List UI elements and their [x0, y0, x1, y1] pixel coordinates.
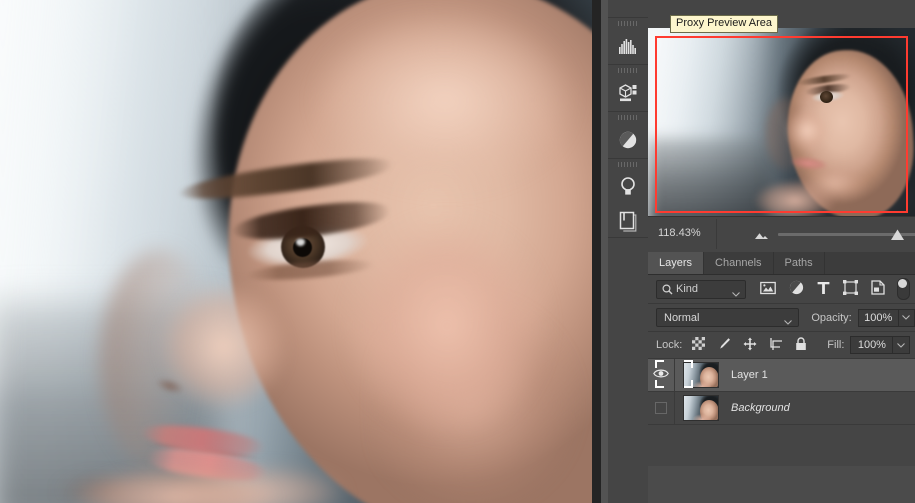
layer-thumbnail[interactable] [683, 395, 719, 421]
lock-row: Lock: Fill: 100% [648, 332, 915, 359]
chevron-down-icon [784, 316, 793, 328]
lock-image-pixels-icon[interactable] [717, 337, 731, 354]
rail-group-adjustments[interactable] [608, 112, 648, 159]
rail-group-histogram[interactable] [608, 18, 648, 65]
libraries-icon[interactable] [608, 205, 648, 237]
tab-layers-label: Layers [659, 257, 693, 269]
document-canvas[interactable] [0, 0, 592, 503]
layer-list-empty-area [648, 466, 915, 503]
lock-transparent-pixels-icon[interactable] [692, 337, 706, 353]
thumb-hand [693, 381, 711, 387]
rail-group-styles[interactable] [608, 159, 648, 238]
lock-label: Lock: [656, 339, 683, 351]
lock-artboard-nesting-icon[interactable] [769, 337, 783, 354]
nav-photo-iris [820, 91, 833, 103]
layer-visibility-toggle[interactable] [648, 392, 675, 424]
tab-channels[interactable]: Channels [704, 252, 774, 274]
tab-layers[interactable]: Layers [648, 252, 705, 274]
rail-group-brush[interactable] [608, 0, 648, 18]
photo-nose [118, 270, 288, 440]
styles-icon[interactable] [608, 169, 648, 205]
panel-grip[interactable] [608, 112, 648, 122]
dock-edge [601, 0, 608, 503]
rail-group-3d[interactable] [608, 65, 648, 112]
photo-hand [60, 455, 290, 503]
search-icon [662, 283, 673, 298]
panel-grip[interactable] [608, 65, 648, 75]
navigator-thumbnail[interactable] [648, 28, 915, 216]
table-row[interactable]: Background [648, 392, 915, 425]
panel-grip[interactable] [608, 18, 648, 28]
navigator-footer: 118.43% [648, 216, 915, 252]
navigator-photo [648, 28, 915, 216]
pixel-layer-filter-icon[interactable] [760, 281, 776, 298]
layers-panel-tabs: Layers Channels Paths [648, 252, 915, 275]
smart-object-filter-icon[interactable] [871, 280, 885, 298]
zoom-in-button[interactable] [889, 227, 909, 241]
nav-photo-hand [748, 174, 838, 216]
blend-mode-value: Normal [664, 311, 700, 324]
lock-all-icon[interactable] [795, 336, 807, 354]
layer-filter-kind-label: Kind [676, 283, 699, 295]
eye-icon [653, 368, 669, 382]
chevron-down-icon [732, 288, 740, 300]
table-row[interactable]: Layer 1 [648, 359, 915, 392]
collapsed-panel-rail[interactable] [608, 0, 649, 503]
fill-input[interactable]: 100% [850, 336, 893, 354]
tab-paths[interactable]: Paths [774, 252, 825, 274]
zoom-level-input[interactable]: 118.43% [652, 223, 712, 243]
layer-name: Layer 1 [731, 369, 768, 381]
opacity-label: Opacity: [811, 311, 852, 324]
layer-visibility-toggle[interactable] [648, 359, 675, 391]
shape-layer-filter-icon[interactable] [843, 280, 858, 298]
tab-channels-label: Channels [715, 257, 762, 269]
layer-list: Layer 1 Background [648, 359, 915, 425]
filter-toggle-knob [898, 279, 907, 288]
opacity-input[interactable]: 100% [857, 308, 898, 327]
nav-photo-nose [773, 106, 828, 161]
tab-paths-label: Paths [784, 257, 813, 269]
layer-thumbnail[interactable] [683, 362, 719, 388]
opacity-stepper[interactable] [897, 308, 915, 327]
filter-enable-toggle[interactable] [897, 278, 910, 300]
layer-name: Background [731, 402, 790, 414]
type-layer-filter-icon[interactable] [817, 281, 830, 298]
panel-grip[interactable] [608, 159, 648, 169]
blend-mode-row: Normal Opacity: 100% [648, 304, 915, 332]
proxy-preview-area-tooltip: Proxy Preview Area [670, 15, 778, 33]
canvas-photo [0, 0, 592, 503]
navigator-panel: Proxy Preview Area 118.43% [648, 0, 915, 252]
eye-hidden-icon [655, 402, 667, 414]
histogram-icon[interactable] [608, 28, 648, 64]
lock-position-icon[interactable] [743, 337, 757, 354]
fill-stepper[interactable] [892, 336, 911, 354]
adjustments-icon[interactable] [608, 122, 648, 158]
layers-panel: Layers Channels Paths Kind Normal Opacit… [648, 252, 915, 503]
photo-eye-glint [296, 238, 305, 246]
blend-mode-select[interactable]: Normal [656, 308, 800, 328]
dock-gutter [592, 0, 608, 503]
fill-label: Fill: [827, 339, 845, 351]
layer-type-filters [760, 280, 885, 298]
thumb-hand [693, 414, 711, 420]
layer-filter-row: Kind [648, 275, 915, 304]
zoom-divider [716, 219, 717, 249]
lock-icons [692, 336, 807, 354]
adjustment-layer-filter-icon[interactable] [789, 280, 804, 298]
photoshop-window: Proxy Preview Area 118.43% Layers Channe… [0, 0, 915, 503]
3d-icon[interactable] [608, 75, 648, 111]
layer-filter-kind-select[interactable]: Kind [656, 279, 746, 300]
brush-preset-icon[interactable] [608, 0, 648, 4]
zoom-out-button[interactable] [752, 228, 772, 240]
